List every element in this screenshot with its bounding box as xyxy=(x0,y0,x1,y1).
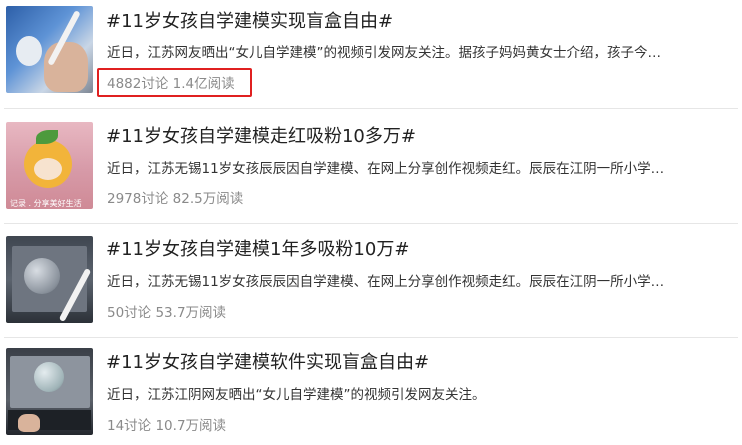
topic-stats: 14讨论 10.7万阅读 xyxy=(107,418,227,434)
topic-item[interactable]: #11岁女孩自学建模实现盲盒自由# 近日，江苏网友晒出“女儿自学建模”的视频引发… xyxy=(0,0,742,114)
highlight-box xyxy=(97,68,252,97)
face-shape xyxy=(34,158,62,180)
model-shape xyxy=(24,258,60,294)
topic-title[interactable]: #11岁女孩自学建模软件实现盲盒自由# xyxy=(106,351,722,375)
topic-item[interactable]: 记录 . 分享美好生活 #11岁女孩自学建模走红吸粉10多万# 近日，江苏无锡1… xyxy=(0,114,742,228)
thumbnail-caption: 记录 . 分享美好生活 xyxy=(10,199,82,208)
hand-shape xyxy=(18,414,40,432)
topic-stats: 2978讨论 82.5万阅读 xyxy=(107,191,244,207)
topic-title[interactable]: #11岁女孩自学建模1年多吸粉10万# xyxy=(106,238,722,262)
topic-item[interactable]: #11岁女孩自学建模1年多吸粉10万# 近日，江苏无锡11岁女孩辰辰因自学建模、… xyxy=(0,229,742,343)
topic-stats: 50讨论 53.7万阅读 xyxy=(107,305,227,321)
topic-title[interactable]: #11岁女孩自学建模实现盲盒自由# xyxy=(106,10,722,34)
topic-summary: 近日，江苏网友晒出“女儿自学建模”的视频引发网友关注。据孩子妈妈黄女士介绍，孩子… xyxy=(107,45,661,61)
divider xyxy=(4,108,738,109)
topic-summary: 近日，江苏无锡11岁女孩辰辰因自学建模、在网上分享创作视频走红。辰辰在江阴一所小… xyxy=(107,274,665,290)
topic-summary: 近日，江苏无锡11岁女孩辰辰因自学建模、在网上分享创作视频走红。辰辰在江阴一所小… xyxy=(107,161,665,177)
topic-item[interactable]: #11岁女孩自学建模软件实现盲盒自由# 近日，江苏江阴网友晒出“女儿自学建模”的… xyxy=(0,343,742,445)
divider xyxy=(4,337,738,338)
topic-title[interactable]: #11岁女孩自学建模走红吸粉10多万# xyxy=(106,125,722,149)
topic-thumbnail[interactable]: 记录 . 分享美好生活 xyxy=(6,122,93,209)
topic-thumbnail[interactable] xyxy=(6,236,93,323)
model-shape xyxy=(34,362,64,392)
divider xyxy=(4,223,738,224)
figure-shape xyxy=(16,36,42,66)
topic-summary: 近日，江苏江阴网友晒出“女儿自学建模”的视频引发网友关注。 xyxy=(107,387,486,403)
hand-shape xyxy=(44,42,88,92)
topic-list: #11岁女孩自学建模实现盲盒自由# 近日，江苏网友晒出“女儿自学建模”的视频引发… xyxy=(0,0,742,445)
topic-thumbnail[interactable] xyxy=(6,348,93,435)
topic-thumbnail[interactable] xyxy=(6,6,93,93)
